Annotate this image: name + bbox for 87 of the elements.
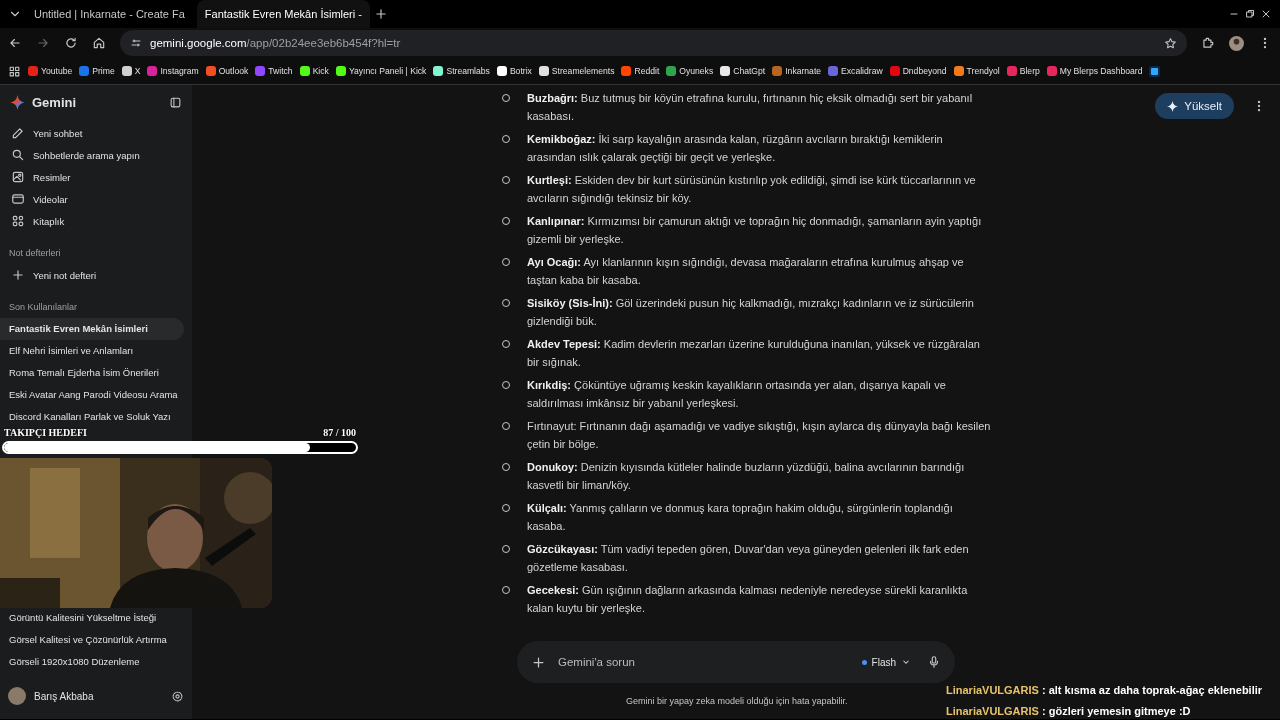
goal-count: 87 / 100 bbox=[323, 427, 356, 438]
bookmark[interactable]: ChatGpt bbox=[720, 66, 766, 76]
close-icon[interactable] bbox=[1260, 8, 1272, 20]
list-item-text: Kanlıpınar: Kırmızımsı bir çamurun aktığı ve toprağın hiç donmadığı, şamanların ayin yaptığı gizemli bir yerleşke. bbox=[527, 214, 983, 247]
back-icon[interactable] bbox=[8, 36, 22, 50]
goal-label: TAKIPÇI HEDEFI bbox=[4, 427, 87, 438]
home-icon[interactable] bbox=[92, 36, 106, 50]
disclaimer-text: Gemini bir yapay zeka modeli olduğu için hata yapabilir. bbox=[626, 696, 848, 706]
list-item-text: Gözcükayası: Tüm vadiyi tepeden gören, Duvar'dan veya güneyden gelenleri ilk fark eden gözetleme kasabası. bbox=[527, 542, 970, 575]
site-settings-icon[interactable] bbox=[130, 37, 142, 49]
chat-history-item[interactable]: Görseli 1920x1080 Düzenleme bbox=[0, 651, 184, 673]
search-icon[interactable] bbox=[11, 148, 25, 162]
video-icon[interactable] bbox=[11, 192, 25, 206]
brand-name: Gemini bbox=[32, 95, 78, 110]
chat-history-item[interactable]: Discord Kanalları Parlak ve Soluk Yazı bbox=[0, 406, 184, 428]
chat-history-item[interactable]: Elf Nehri İsimleri ve Anlamları bbox=[0, 340, 184, 362]
list-item-text: Fırtınayut: Fırtınanın dağı aşamadığı ve vadiye sıkıştığı, kışın aylarca dış dünyayla bağı kesilen çetin bir bölge. bbox=[527, 419, 992, 452]
section-heading: Son Kullanılanlar bbox=[8, 301, 79, 314]
sidebar-item[interactable]: Yeni sohbet bbox=[0, 122, 192, 144]
new-tab-icon[interactable] bbox=[373, 7, 388, 21]
browser-tab[interactable]: Untitled | Inkarnate - Create Fa bbox=[26, 0, 193, 28]
list-item-text: Gecekesi: Gün ışığının dağların arkasında kalması nedeniyle neredeyse sürekli karanlıkta kalan kuytu bir yerleşke. bbox=[527, 583, 969, 616]
chat-history-item[interactable]: Fantastik Evren Mekân İsimleri bbox=[0, 318, 184, 340]
model-picker[interactable]: Flash bbox=[855, 655, 917, 669]
prompt-field[interactable]: Gemini'a sorun Flash bbox=[517, 641, 955, 683]
edit-icon[interactable] bbox=[11, 126, 25, 140]
bookmark-icon[interactable] bbox=[1149, 65, 1161, 77]
bookmark[interactable]: Streamelements bbox=[538, 66, 615, 76]
sparkle-icon bbox=[1167, 100, 1179, 112]
user-avatar[interactable] bbox=[8, 687, 26, 705]
bookmark[interactable]: Reddit bbox=[621, 66, 660, 76]
list-item-text: Külçalı: Yanmış çalıların ve donmuş kara toprağın hakim olduğu, sürgünlerin toplandığı kasaba. bbox=[527, 501, 954, 534]
sidebar-item[interactable]: Sohbetlerde arama yapın bbox=[0, 144, 192, 166]
sparkle-logo-icon bbox=[10, 95, 25, 110]
sidebar-toggle-icon[interactable] bbox=[169, 96, 182, 109]
bookmark[interactable]: Trendyol bbox=[953, 66, 1000, 76]
forward-icon[interactable] bbox=[36, 36, 50, 50]
bookmark[interactable]: Youtube bbox=[28, 66, 73, 76]
chat-history-item[interactable]: Görüntü Kalitesini Yükseltme İsteği bbox=[0, 607, 184, 629]
extensions-icon[interactable] bbox=[1201, 36, 1215, 50]
bookmark[interactable]: Blerp bbox=[1006, 66, 1040, 76]
bookmark[interactable]: Botrix bbox=[496, 66, 532, 76]
list-item-text: Kurtleşi: Eskiden dev bir kurt sürüsünün kıstırılıp yok edildiği, şimdi ise kürk tüccarlarının ve avcıların sığındığı tekinsiz bir köy. bbox=[527, 173, 977, 206]
bookmark[interactable]: Streamlabs bbox=[433, 66, 490, 76]
bookmark[interactable]: Excalidraw bbox=[828, 66, 883, 76]
bookmark[interactable]: Dndbeyond bbox=[889, 66, 947, 76]
browser-tab[interactable]: Fantastik Evren Mekân İsimleri - bbox=[196, 0, 370, 28]
sidebar-item[interactable]: Yeni not defteri bbox=[0, 264, 192, 286]
bookmark[interactable]: Prime bbox=[79, 66, 115, 76]
bookmark[interactable]: Twitch bbox=[255, 66, 293, 76]
chat-history-item[interactable]: Görsel Kalitesi ve Çözünürlük Artırma bbox=[0, 629, 184, 651]
microphone-icon[interactable] bbox=[927, 655, 941, 669]
list-item-text: Akdev Tepesi: Kadim devlerin mezarları üzerine kurulduğuna inanılan, yüksek ve rüzgâralan bir sığınak. bbox=[527, 337, 981, 370]
star-icon[interactable] bbox=[1164, 36, 1177, 50]
chat-history-item[interactable]: Roma Temalı Ejderha İsim Önerileri bbox=[0, 362, 184, 384]
plus-icon[interactable] bbox=[531, 654, 546, 670]
list-item-text: Ayı Ocağı: Ayı klanlarının kışın sığındığı, devasa mağaraların etrafına kurulmuş ahşap ve taştan kaba bir kasaba. bbox=[527, 255, 965, 288]
chat-message: LinariaVULGARIS : alt kısma az daha toprak-ağaç eklenebilir bbox=[946, 683, 1263, 698]
restore-icon[interactable] bbox=[1244, 8, 1256, 20]
bookmark[interactable]: Outlook bbox=[205, 66, 249, 76]
sidebar-item[interactable]: Videolar bbox=[0, 188, 192, 210]
profile-avatar[interactable] bbox=[1229, 35, 1244, 51]
list-item-text: Kırıkdiş: Çöküntüye uğramış keskin kayalıkların ortasında yer alan, dışarıya kapalı ve saldırılması imkânsız bir yabanıl yerleşkesi. bbox=[527, 378, 947, 411]
chat-message: LinariaVULGARIS : gözleri yemesin gitmeye :D bbox=[946, 704, 1192, 719]
list-item-text: Donukoy: Denizin kıyısında kütleler halinde buzların yüzdüğü, balina avcılarının barındığı kasvetli bir liman/köy. bbox=[527, 460, 966, 493]
bookmark[interactable]: Kick bbox=[299, 66, 329, 76]
upgrade-button[interactable]: Yükselt bbox=[1155, 93, 1234, 119]
section-heading: Not defterleri bbox=[8, 247, 62, 260]
apps-icon[interactable] bbox=[8, 64, 21, 78]
library-icon[interactable] bbox=[11, 214, 25, 228]
bookmark[interactable]: Oyuneks bbox=[666, 66, 714, 76]
bookmark[interactable]: Instagram bbox=[147, 66, 199, 76]
list-item-text: Kemikboğaz: İki sarp kayalığın arasında kalan, rüzgârın avcıların bıraktığı kemiklerin arasından ıslık çalarak geçtiği bir geçit ve yerleşke. bbox=[527, 132, 944, 165]
list-item-text: Buzbağrı: Buz tutmuş bir köyün etrafına kurulu, fırtınanın hiç eksik olmadığı sert bir yabanıl kasabası. bbox=[527, 91, 974, 124]
address-bar[interactable]: gemini.google.com/app/02b24ee3eb6b454f?hl=tr bbox=[120, 30, 1187, 56]
plus-icon[interactable] bbox=[11, 268, 25, 282]
chat-history-item[interactable]: Eski Avatar Aang Parodi Videosu Arama bbox=[0, 384, 184, 406]
user-name: Barış Akbaba bbox=[34, 690, 95, 702]
reload-icon[interactable] bbox=[64, 36, 78, 50]
list-item-text: Sisiköy (Sis-İni): Göl üzerindeki pusun hiç kalkmadığı, mızrakçı kadınların ve iz sürücülerin gizlendiği bük. bbox=[527, 296, 975, 329]
bookmark[interactable]: Yayıncı Paneli | Kick bbox=[335, 66, 427, 76]
sidebar-item[interactable]: Resimler bbox=[0, 166, 192, 188]
image-icon[interactable] bbox=[11, 170, 25, 184]
sidebar-item[interactable]: Kitaplık bbox=[0, 210, 192, 232]
bookmark[interactable]: Inkarnate bbox=[772, 66, 822, 76]
bookmark[interactable]: My Blerps Dashboard bbox=[1046, 66, 1143, 76]
settings-icon[interactable] bbox=[171, 689, 184, 703]
